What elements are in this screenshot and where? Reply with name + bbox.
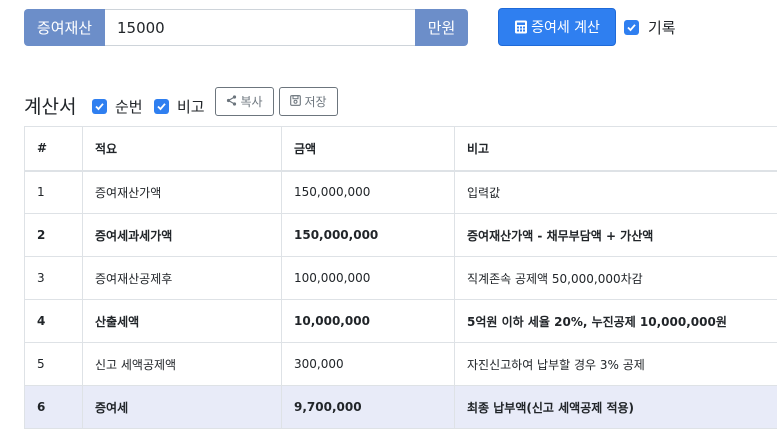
- unit-label: 만원: [415, 9, 468, 46]
- row-amount: 150,000,000: [281, 213, 455, 257]
- row-note: 직계존속 공제액 50,000,000차감: [454, 256, 777, 300]
- share-icon: [226, 94, 237, 109]
- row-amount: 9,700,000: [281, 385, 455, 429]
- header-amount: 금액: [281, 126, 455, 172]
- row-note: 최종 납부액(신고 세액공제 적용): [454, 385, 777, 429]
- row-num: 1: [24, 170, 83, 214]
- row-amount: 300,000: [281, 342, 455, 386]
- gift-property-label: 증여재산: [24, 9, 105, 46]
- row-amount: 10,000,000: [281, 299, 455, 343]
- table-row: 4 산출세액 10,000,000 5억원 이하 세율 20%, 누진공제 10…: [24, 299, 777, 343]
- row-item: 산출세액: [82, 299, 282, 343]
- save-label: 저장: [304, 95, 327, 109]
- tax-statement-table: # 적요 금액 비고 1 증여재산가액 150,000,000 입력값 2 증여…: [24, 126, 777, 429]
- row-num: 4: [24, 299, 83, 343]
- table-row: 2 증여세과세가액 150,000,000 증여재산가액 - 채무부담액 + 가…: [24, 213, 777, 257]
- calculate-button-label: 증여세 계산: [531, 20, 600, 36]
- row-note: 증여재산가액 - 채무부담액 + 가산액: [454, 213, 777, 257]
- copy-button[interactable]: 복사: [215, 87, 274, 116]
- table-row-final: 6 증여세 9,700,000 최종 납부액(신고 세액공제 적용): [24, 385, 777, 429]
- row-num: 6: [24, 385, 83, 429]
- seq-label: 순번: [115, 98, 143, 116]
- record-checkbox[interactable]: [624, 20, 639, 35]
- calculator-icon: [514, 20, 528, 34]
- calculate-gift-tax-button[interactable]: 증여세 계산: [498, 8, 616, 46]
- row-note: 입력값: [454, 170, 777, 214]
- row-item: 증여재산공제후: [82, 256, 282, 300]
- check-icon: [157, 103, 166, 111]
- check-icon: [627, 24, 636, 32]
- table-row: 5 신고 세액공제액 300,000 자진신고하여 납부할 경우 3% 공제: [24, 342, 777, 386]
- note-label: 비고: [177, 98, 205, 116]
- row-item: 증여재산가액: [82, 170, 282, 214]
- statement-title: 계산서: [24, 96, 77, 118]
- header-note: 비고: [454, 126, 777, 172]
- check-icon: [95, 103, 104, 111]
- seq-checkbox[interactable]: [92, 99, 107, 114]
- table-row: 3 증여재산공제후 100,000,000 직계존속 공제액 50,000,00…: [24, 256, 777, 300]
- record-toggle[interactable]: 기록: [624, 17, 676, 38]
- row-item: 신고 세액공제액: [82, 342, 282, 386]
- row-item: 증여세: [82, 385, 282, 429]
- row-num: 3: [24, 256, 83, 300]
- record-label: 기록: [648, 19, 676, 37]
- header-item: 적요: [82, 126, 282, 172]
- row-num: 2: [24, 213, 83, 257]
- copy-label: 복사: [240, 95, 263, 109]
- row-amount: 100,000,000: [281, 256, 455, 300]
- save-icon: [290, 94, 302, 109]
- row-note: 자진신고하여 납부할 경우 3% 공제: [454, 342, 777, 386]
- table-row: 1 증여재산가액 150,000,000 입력값: [24, 170, 777, 214]
- table-header-row: # 적요 금액 비고: [24, 126, 777, 172]
- header-num: #: [24, 126, 83, 172]
- gift-amount-input[interactable]: [105, 9, 415, 46]
- gift-amount-input-group: 증여재산 만원: [24, 9, 468, 46]
- row-amount: 150,000,000: [281, 170, 455, 214]
- note-toggle[interactable]: 비고: [154, 96, 205, 117]
- note-checkbox[interactable]: [154, 99, 169, 114]
- row-note: 5억원 이하 세율 20%, 누진공제 10,000,000원: [454, 299, 777, 343]
- row-num: 5: [24, 342, 83, 386]
- row-item: 증여세과세가액: [82, 213, 282, 257]
- input-group: 증여재산 만원: [24, 9, 468, 46]
- save-button[interactable]: 저장: [279, 87, 338, 116]
- seq-toggle[interactable]: 순번: [92, 96, 143, 117]
